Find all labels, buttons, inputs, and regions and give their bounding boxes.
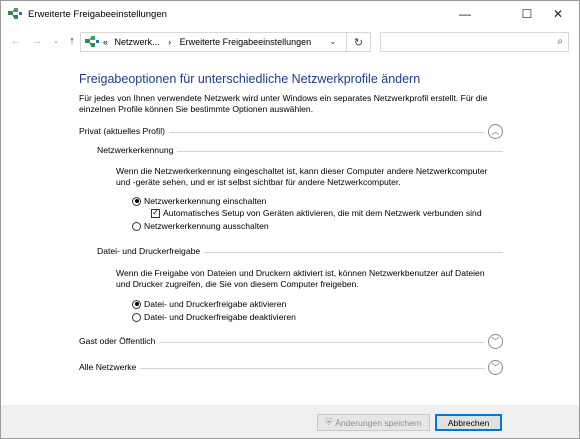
profile-private-header[interactable]: Privat (aktuelles Profil) ︿ [79, 124, 503, 140]
footer-bar: ⛨ Änderungen speichern Abbrechen [1, 405, 579, 438]
network-discovery-off-label: Netzwerkerkennung ausschalten [144, 221, 269, 231]
close-icon: ✕ [552, 7, 564, 21]
auto-setup-checkbox[interactable]: ✓ Automatisches Setup von Geräten aktivi… [151, 208, 482, 218]
search-input[interactable]: ⌕ [380, 32, 569, 52]
refresh-button[interactable]: ↻ [347, 32, 371, 52]
navigation-bar: ← → ⌄ ↑ « Netzwerk... › Erweiterte Freig… [1, 29, 579, 53]
page-description: Für jedes von Ihnen verwendete Netzwerk … [79, 93, 488, 114]
content-area: Freigabeoptionen für unterschiedliche Ne… [1, 57, 579, 405]
chevron-up-icon[interactable]: ︿ [488, 124, 503, 139]
breadcrumb-network[interactable]: Netzwerk... [115, 37, 160, 47]
profile-guest-label: Gast oder Öffentlich [79, 336, 160, 346]
search-icon: ⌕ [557, 36, 563, 47]
save-changes-button[interactable]: ⛨ Änderungen speichern [317, 414, 430, 431]
chevron-down-icon[interactable]: ﹀ [488, 334, 503, 349]
breadcrumb-separator[interactable]: › [168, 37, 171, 47]
file-printer-sharing-header: Datei- und Druckerfreigabe [97, 246, 503, 258]
close-button[interactable]: ✕ [542, 1, 574, 27]
file-printer-sharing-label: Datei- und Druckerfreigabe [97, 246, 205, 256]
refresh-icon: ↻ [353, 36, 364, 49]
checkbox-checked-icon: ✓ [151, 208, 160, 218]
file-printer-sharing-text: Wenn die Freigabe von Dateien und Drucke… [116, 268, 485, 289]
maximize-icon: ☐ [521, 7, 533, 21]
breadcrumb: « Netzwerk... › Erweiterte Freigabeeinst… [103, 37, 311, 47]
radio-selected-icon [132, 196, 141, 206]
file-printer-on-label: Datei- und Druckerfreigabe aktivieren [144, 299, 287, 309]
file-printer-off-radio[interactable]: Datei- und Druckerfreigabe deaktivieren [132, 312, 296, 322]
up-button[interactable]: ↑ [63, 32, 81, 50]
minimize-button[interactable]: — [449, 1, 481, 27]
radio-empty-icon [132, 221, 141, 231]
cancel-label: Abbrechen [447, 417, 490, 428]
network-discovery-label: Netzwerkerkennung [97, 145, 178, 155]
cancel-button[interactable]: Abbrechen [435, 414, 502, 431]
profile-all-networks-header[interactable]: Alle Netzwerke ﹀ [79, 360, 503, 376]
chevron-down-icon[interactable]: ﹀ [488, 360, 503, 375]
network-discovery-on-radio[interactable]: Netzwerkerkennung einschalten [132, 196, 266, 206]
page-title: Freigabeoptionen für unterschiedliche Ne… [79, 72, 421, 86]
network-discovery-text: Wenn die Netzwerkerkennung eingeschaltet… [116, 166, 488, 187]
maximize-button[interactable]: ☐ [511, 1, 543, 27]
save-changes-label: Änderungen speichern [335, 417, 422, 428]
arrow-up-icon: ↑ [69, 35, 75, 47]
network-icon [8, 8, 22, 19]
breadcrumb-current[interactable]: Erweiterte Freigabeeinstellungen [180, 37, 312, 47]
address-dropdown-icon[interactable]: ⌄ [329, 36, 337, 47]
back-button[interactable]: ← [7, 32, 25, 50]
address-bar[interactable]: « Netzwerk... › Erweiterte Freigabeeinst… [80, 32, 347, 52]
network-discovery-off-radio[interactable]: Netzwerkerkennung ausschalten [132, 221, 269, 231]
breadcrumb-overflow[interactable]: « [103, 37, 108, 47]
minimize-icon: — [459, 7, 471, 21]
chevron-down-icon: ⌄ [53, 38, 59, 45]
network-icon [85, 36, 99, 47]
shield-icon: ⛨ [325, 417, 333, 427]
profile-guest-header[interactable]: Gast oder Öffentlich ﹀ [79, 334, 503, 350]
network-discovery-on-label: Netzwerkerkennung einschalten [144, 196, 267, 206]
arrow-right-icon: → [31, 35, 43, 47]
file-printer-on-radio[interactable]: Datei- und Druckerfreigabe aktivieren [132, 299, 286, 309]
radio-selected-icon [132, 299, 141, 309]
window-title: Erweiterte Freigabeeinstellungen [28, 9, 167, 20]
profile-private-label: Privat (aktuelles Profil) [79, 126, 169, 136]
window: Erweiterte Freigabeeinstellungen — ☐ ✕ ←… [0, 0, 580, 439]
radio-empty-icon [132, 312, 141, 322]
file-printer-off-label: Datei- und Druckerfreigabe deaktivieren [144, 312, 296, 322]
auto-setup-label: Automatisches Setup von Geräten aktivier… [163, 208, 482, 218]
network-discovery-header: Netzwerkerkennung [97, 145, 503, 157]
forward-button[interactable]: → [28, 32, 46, 50]
arrow-left-icon: ← [10, 35, 22, 47]
profile-all-networks-label: Alle Netzwerke [79, 362, 141, 372]
title-bar: Erweiterte Freigabeeinstellungen — ☐ ✕ [1, 1, 579, 29]
